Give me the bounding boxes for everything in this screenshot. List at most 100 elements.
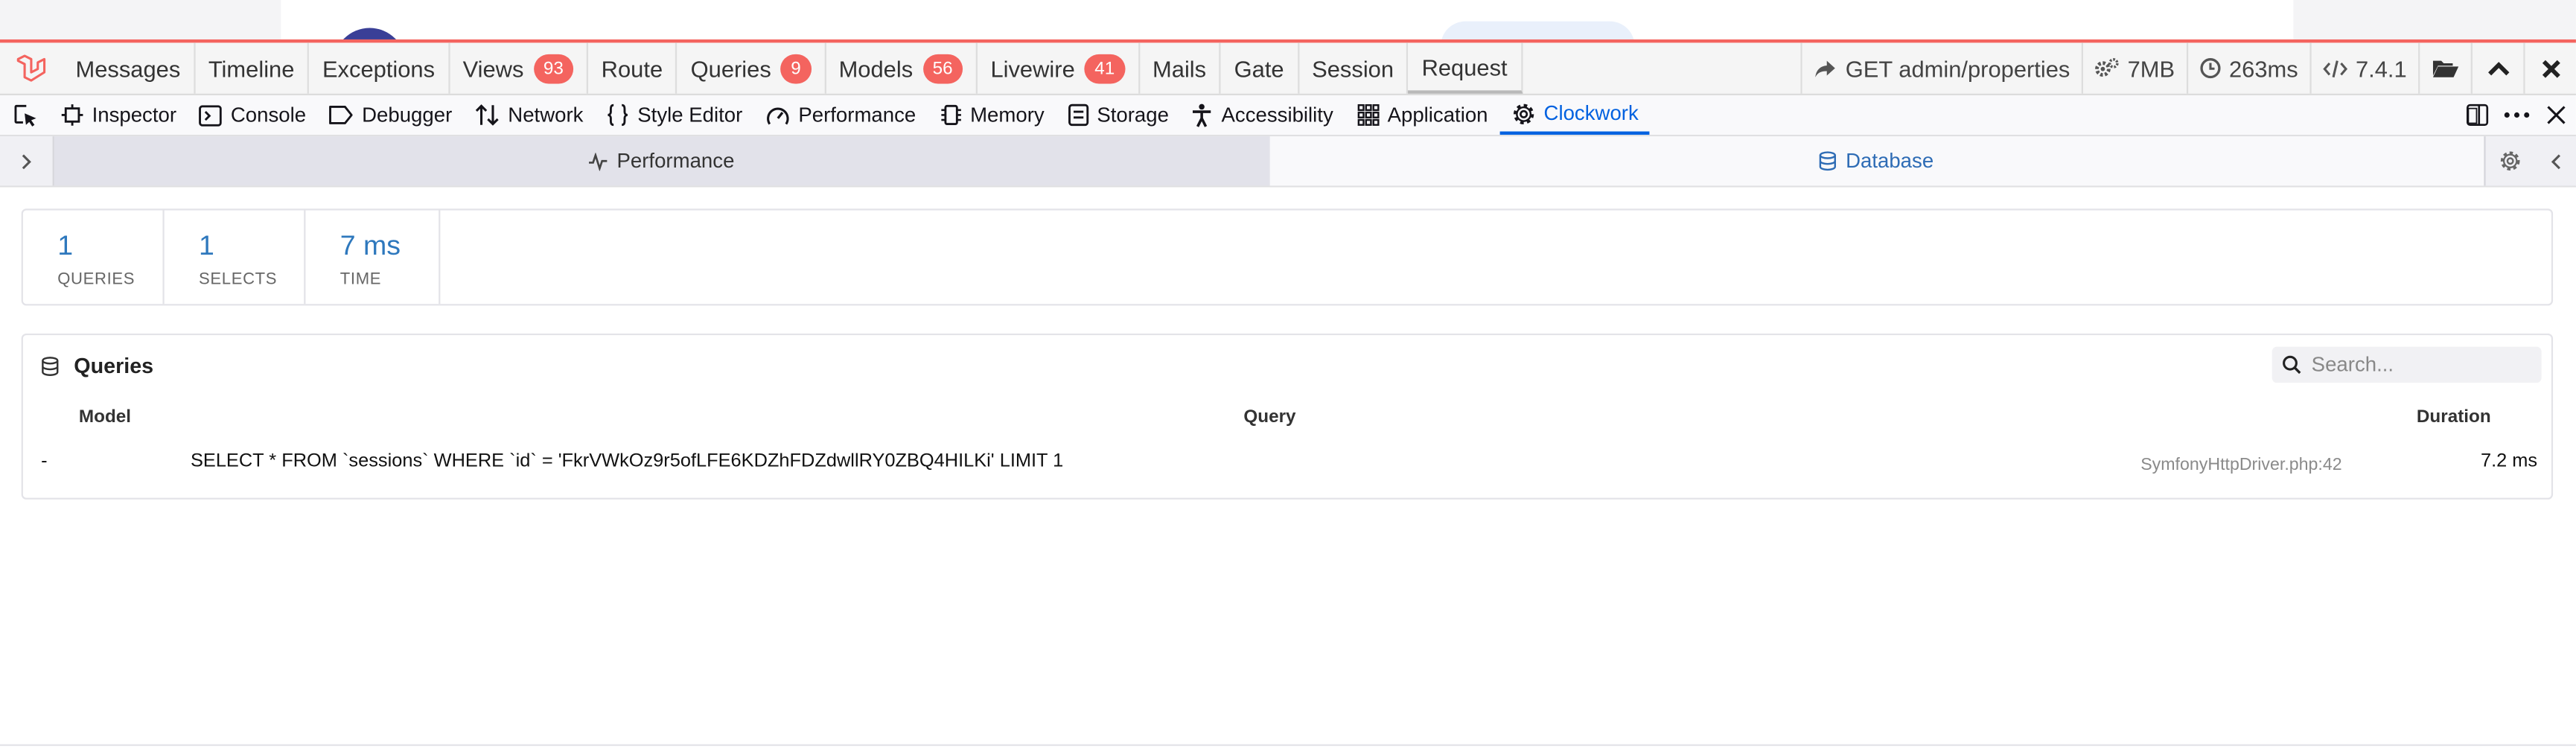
devtools-tab-network[interactable]: Network: [464, 95, 595, 135]
sidebar-toggle-button[interactable]: [0, 136, 54, 186]
close-debugbar-button[interactable]: [2523, 42, 2576, 94]
screen: Messages Timeline Exceptions Views 93 Rou…: [0, 0, 2576, 751]
element-picker-button[interactable]: [0, 95, 49, 135]
search-input[interactable]: [2311, 353, 2525, 377]
tab-label: Console: [230, 103, 307, 127]
debugbar-tab-livewire[interactable]: Livewire 41: [978, 42, 1140, 94]
tab-label: Gate: [1234, 54, 1284, 82]
database-icon: [1820, 151, 1837, 171]
devtools-tab-console[interactable]: Console: [188, 95, 317, 135]
dock-side-icon: [2466, 103, 2489, 127]
tab-database[interactable]: Database: [1269, 136, 2484, 186]
folder-open-icon: [2432, 60, 2459, 77]
devtools-tab-application[interactable]: Application: [1345, 95, 1499, 135]
stat-value: 1: [57, 229, 74, 261]
close-devtools-button[interactable]: [2537, 95, 2576, 135]
queries-section: Queries Model Query Duration - SELECT * …: [21, 333, 2554, 500]
tab-label: Database: [1846, 149, 1934, 173]
devtools-tab-performance[interactable]: Performance: [754, 95, 928, 135]
database-stats: 1 QUERIES 1 SELECTS 7 ms TIME: [21, 208, 2554, 306]
stat-queries: 1 QUERIES: [23, 210, 165, 305]
tab-label: Performance: [616, 149, 735, 173]
divider: [0, 744, 2576, 746]
devtools-tab-memory[interactable]: Memory: [928, 95, 1056, 135]
count-badge: 9: [781, 53, 812, 83]
debugbar-tab-route[interactable]: Route: [588, 42, 678, 94]
minimize-debugbar-button[interactable]: [2470, 42, 2524, 94]
tab-label: Session: [1312, 54, 1394, 82]
chevron-up-icon: [2487, 61, 2509, 75]
ellipsis-icon: [2504, 112, 2530, 118]
tab-label: Application: [1387, 103, 1488, 127]
clock-icon: [2200, 58, 2221, 79]
debugbar-tab-views[interactable]: Views 93: [450, 42, 589, 94]
devtools-tab-accessibility[interactable]: Accessibility: [1180, 95, 1345, 135]
element-picker-icon: [13, 103, 36, 126]
chevron-left-icon[interactable]: [2549, 152, 2563, 170]
debugbar-tab-gate[interactable]: Gate: [1221, 42, 1299, 94]
tab-performance[interactable]: Performance: [54, 136, 1269, 186]
devtools-tab-style-editor[interactable]: Style Editor: [595, 95, 754, 135]
row-source-link[interactable]: SymfonyHttpDriver.php:42: [2140, 455, 2341, 474]
search-icon: [2283, 355, 2301, 375]
stat-value: 7 ms: [339, 229, 401, 261]
request-info[interactable]: GET admin/properties: [1801, 42, 2082, 94]
tab-label: Accessibility: [1221, 103, 1333, 127]
dock-toggle-button[interactable]: [2458, 95, 2497, 135]
search-box[interactable]: [2271, 346, 2542, 383]
braces-icon: [608, 103, 628, 127]
devtools-tab-clockwork[interactable]: Clockwork: [1499, 95, 1651, 135]
page-pill: [1441, 21, 1635, 42]
queries-header: Queries: [41, 353, 153, 378]
row-duration: 7.2 ms: [2480, 451, 2538, 472]
column-header-duration[interactable]: Duration: [2417, 407, 2491, 427]
tab-label: Views: [462, 54, 524, 82]
open-folder-button[interactable]: [2418, 42, 2471, 94]
console-icon: [200, 104, 223, 126]
debugbar-tab-timeline[interactable]: Timeline: [195, 42, 310, 94]
debugbar-tab-exceptions[interactable]: Exceptions: [309, 42, 450, 94]
gear-icon: [1513, 103, 1534, 124]
grid-icon: [1356, 104, 1379, 126]
php-version: 7.4.1: [2355, 54, 2407, 82]
debugbar-tab-models[interactable]: Models 56: [826, 42, 978, 94]
inspector-icon: [61, 104, 83, 126]
devtools-tab-storage[interactable]: Storage: [1056, 95, 1180, 135]
settings-gear-icon[interactable]: [2499, 150, 2522, 173]
column-header-query[interactable]: Query: [1243, 407, 1295, 427]
devtools-tab-inspector[interactable]: Inspector: [49, 95, 188, 135]
debugbar-tab-messages[interactable]: Messages: [63, 42, 196, 94]
memory-chip-icon: [940, 104, 960, 126]
laravel-logo-icon[interactable]: [0, 42, 63, 93]
debugbar-tab-request[interactable]: Request: [1408, 42, 1523, 94]
memory-info: 7MB: [2081, 42, 2187, 94]
debugbar-meta: GET admin/properties 7MB 263ms 7.4.1: [1801, 42, 2576, 94]
devtools-tab-debugger[interactable]: Debugger: [318, 95, 464, 135]
close-icon: [2547, 106, 2566, 124]
tab-label: Storage: [1097, 103, 1169, 127]
count-badge: 93: [533, 53, 574, 83]
laravel-debugbar: Messages Timeline Exceptions Views 93 Rou…: [0, 39, 2576, 95]
page-background: [0, 0, 2576, 42]
tab-label: Mails: [1152, 54, 1207, 82]
debugbar-tab-mails[interactable]: Mails: [1139, 42, 1221, 94]
count-badge: 56: [922, 53, 963, 83]
tab-label: Memory: [970, 103, 1045, 127]
more-options-button[interactable]: [2497, 95, 2537, 135]
storage-icon: [1068, 103, 1088, 127]
tab-label: Performance: [798, 103, 916, 127]
tab-label: Queries: [690, 54, 771, 82]
stat-time: 7 ms TIME: [305, 210, 441, 305]
column-header-model[interactable]: Model: [79, 407, 131, 427]
request-label: GET admin/properties: [1845, 54, 2070, 82]
debugbar-tab-queries[interactable]: Queries 9: [678, 42, 826, 94]
row-query: SELECT * FROM `sessions` WHERE `id` = 'F…: [190, 451, 1064, 472]
page-card: [281, 0, 2294, 42]
stat-label: TIME: [339, 271, 382, 290]
row-model: -: [41, 451, 48, 472]
code-icon: [2322, 60, 2347, 77]
debugbar-tab-session[interactable]: Session: [1298, 42, 1409, 94]
tab-label: Request: [1421, 53, 1508, 80]
php-version-info: 7.4.1: [2309, 42, 2418, 94]
database-panel: 1 QUERIES 1 SELECTS 7 ms TIME Queries Mo…: [0, 187, 2576, 751]
